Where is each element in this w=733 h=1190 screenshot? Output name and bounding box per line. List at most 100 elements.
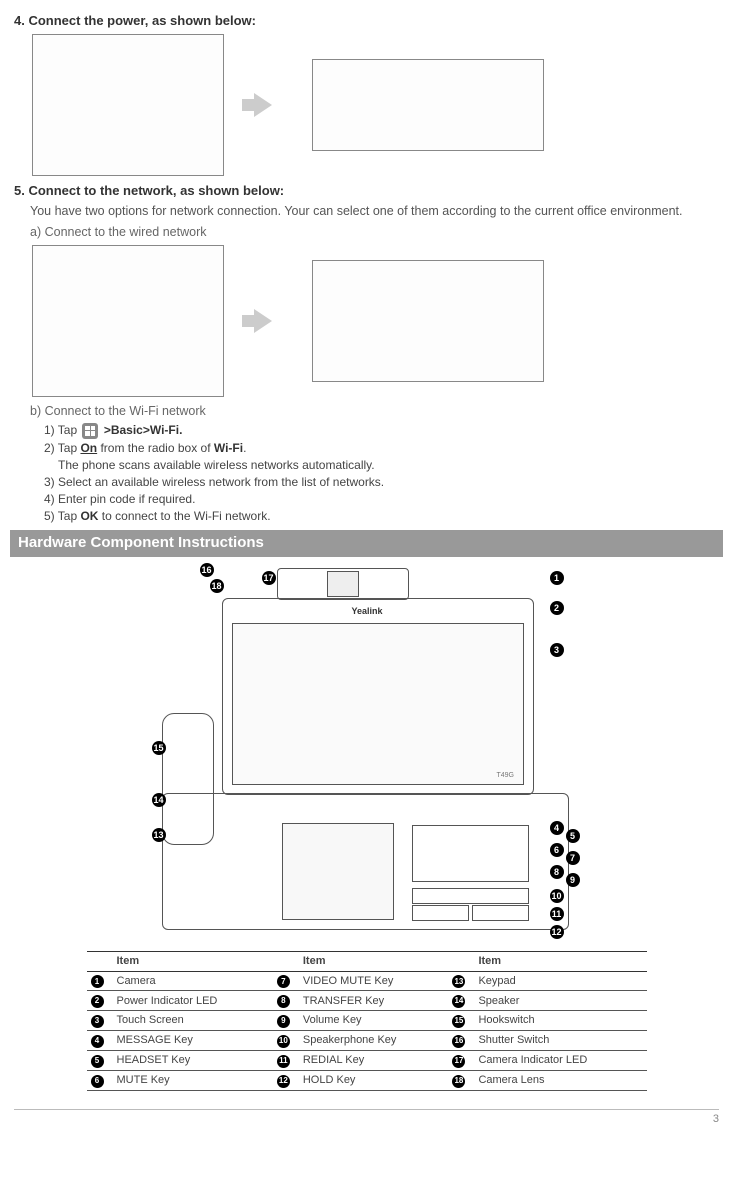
brand-label: Yealink xyxy=(352,605,383,617)
wifi-step-2: 2) Tap On from the radio box of Wi-Fi. T… xyxy=(44,440,719,473)
num-badge: 14 xyxy=(452,995,465,1008)
wifi-s2b: from the radio box of xyxy=(97,441,214,455)
item-name: Shutter Switch xyxy=(474,1031,646,1051)
step4-diagram-row xyxy=(32,34,719,176)
callout-15: 15 xyxy=(152,741,166,755)
callout-5: 5 xyxy=(566,829,580,843)
phone-screen xyxy=(232,623,524,785)
wifi-step-1: 1) Tap >Basic>Wi-Fi. xyxy=(44,422,719,439)
model-label: T49G xyxy=(497,771,515,780)
table-row: 4MESSAGE Key10Speakerphone Key16Shutter … xyxy=(87,1031,647,1051)
item-name: VIDEO MUTE Key xyxy=(299,971,449,991)
item-name: Power Indicator LED xyxy=(113,991,273,1011)
page-number: 3 xyxy=(14,1109,719,1127)
camera-lens-box xyxy=(327,571,359,597)
item-name: Touch Screen xyxy=(113,1011,273,1031)
callout-17: 17 xyxy=(262,571,276,585)
table-header-1: Item xyxy=(113,951,273,971)
wifi-s2c: . xyxy=(243,441,246,455)
callout-2: 2 xyxy=(550,601,564,615)
item-name: Speakerphone Key xyxy=(299,1031,449,1051)
step5-opt-a: a) Connect to the wired network xyxy=(30,224,719,241)
step5a-left-diagram xyxy=(32,245,224,397)
num-badge: 4 xyxy=(91,1035,104,1048)
wifi-s5-ok: OK xyxy=(80,509,98,523)
table-row: 1 Camera 7 VIDEO MUTE Key13 Keypad xyxy=(87,971,647,991)
num-badge: 12 xyxy=(277,1075,290,1088)
callout-10: 10 xyxy=(550,889,564,903)
hold-key xyxy=(412,905,469,921)
item-name: Hookswitch xyxy=(474,1011,646,1031)
num-badge: 5 xyxy=(91,1055,104,1068)
wifi-step-4: 4) Enter pin code if required. xyxy=(44,491,719,507)
num-badge: 6 xyxy=(91,1075,104,1088)
num-badge: 13 xyxy=(452,975,465,988)
item-name: Speaker xyxy=(474,991,646,1011)
item-name: REDIAL Key xyxy=(299,1051,449,1071)
num-badge: 18 xyxy=(452,1075,465,1088)
num-badge: 10 xyxy=(277,1035,290,1048)
wifi-s2a: 2) Tap xyxy=(44,441,80,455)
apps-grid-icon xyxy=(82,423,98,439)
wifi-s2-wifi: Wi-Fi xyxy=(214,441,243,455)
function-keys xyxy=(412,825,529,882)
table-header-spacer xyxy=(448,951,474,971)
item-name: Camera xyxy=(113,971,273,991)
callout-13: 13 xyxy=(152,828,166,842)
num-badge: 7 xyxy=(277,975,290,988)
wifi-step-5: 5) Tap OK to connect to the Wi-Fi networ… xyxy=(44,508,719,524)
hardware-section-title: Hardware Component Instructions xyxy=(10,530,723,556)
hardware-diagram: Yealink T49G 16 18 17 1 2 3 15 14 13 4 5… xyxy=(152,563,582,943)
callout-14: 14 xyxy=(152,793,166,807)
step5-title: 5. Connect to the network, as shown belo… xyxy=(14,182,719,200)
table-header-2: Item xyxy=(299,951,449,971)
item-name: Volume Key xyxy=(299,1011,449,1031)
callout-3: 3 xyxy=(550,643,564,657)
item-name: Keypad xyxy=(474,971,646,991)
table-row: 5 HEADSET Key 11 REDIAL Key17 Camera Indicat… xyxy=(87,1051,647,1071)
step5-desc: You have two options for network connect… xyxy=(30,203,719,220)
step4-title: 4. Connect the power, as shown below: xyxy=(14,12,719,30)
item-name: TRANSFER Key xyxy=(299,991,449,1011)
item-name: MUTE Key xyxy=(113,1071,273,1091)
num-badge: 9 xyxy=(277,1015,290,1028)
callout-12: 12 xyxy=(550,925,564,939)
volume-bar xyxy=(412,888,529,904)
callout-1: 1 xyxy=(550,571,564,585)
num-badge: 11 xyxy=(277,1055,290,1068)
keypad xyxy=(282,823,394,920)
wifi-s5b: to connect to the Wi-Fi network. xyxy=(98,509,270,523)
arrow-icon xyxy=(254,309,272,333)
wifi-s5a: 5) Tap xyxy=(44,509,80,523)
callout-7: 7 xyxy=(566,851,580,865)
step5a-right-diagram xyxy=(312,260,544,382)
callout-11: 11 xyxy=(550,907,564,921)
num-badge: 2 xyxy=(91,995,104,1008)
callout-16: 16 xyxy=(200,563,214,577)
step5a-diagram-row xyxy=(32,245,719,397)
spk-key xyxy=(472,905,529,921)
wifi-s2-on: On xyxy=(80,441,97,455)
item-name: Camera Indicator LED xyxy=(474,1051,646,1071)
num-badge: 17 xyxy=(452,1055,465,1068)
table-row: 3 Touch Screen 9 Volume Key15 Hookswitch xyxy=(87,1011,647,1031)
table-header-3: Item xyxy=(474,951,646,971)
step5-opt-b: b) Connect to the Wi-Fi network xyxy=(30,403,719,420)
wifi-s1-post: >Basic>Wi-Fi. xyxy=(104,423,183,437)
wifi-s1-pre: 1) Tap xyxy=(44,423,77,437)
step4-left-diagram xyxy=(32,34,224,176)
table-row: 6MUTE Key12HOLD Key18Camera Lens xyxy=(87,1071,647,1091)
num-badge: 3 xyxy=(91,1015,104,1028)
item-name: HOLD Key xyxy=(299,1071,449,1091)
wifi-s2-line2: The phone scans available wireless netwo… xyxy=(58,457,719,473)
item-name: HEADSET Key xyxy=(113,1051,273,1071)
num-badge: 1 xyxy=(91,975,104,988)
callout-18: 18 xyxy=(210,579,224,593)
callout-6: 6 xyxy=(550,843,564,857)
arrow-icon xyxy=(254,93,272,117)
num-badge: 16 xyxy=(452,1035,465,1048)
callout-8: 8 xyxy=(550,865,564,879)
num-badge: 15 xyxy=(452,1015,465,1028)
hardware-table: Item Item Item 1 Camera 7 VIDEO MUTE Key13 K… xyxy=(87,951,647,1091)
table-header-spacer xyxy=(273,951,299,971)
